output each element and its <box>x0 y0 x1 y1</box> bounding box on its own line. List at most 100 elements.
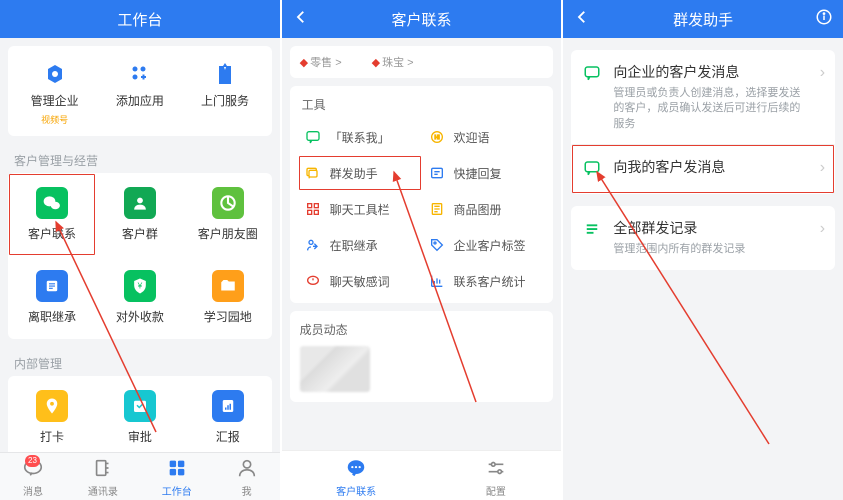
moments-icon <box>212 187 244 219</box>
grid-icon <box>166 457 188 482</box>
tool-label: 在职继承 <box>330 237 378 254</box>
tool-label: 企业客户标签 <box>454 237 526 254</box>
report-icon <box>212 390 244 422</box>
option-title: 全部群发记录 <box>613 218 809 238</box>
tool-item[interactable]: 群发助手 <box>298 155 422 191</box>
chevron-right-icon: › <box>820 220 825 238</box>
top-shortcut[interactable]: 上门服务 · <box>201 60 249 126</box>
phone3-content: 向企业的客户发消息 管理员或负责人创建消息，选择要发送的客户，成员确认发送后可进… <box>563 38 843 500</box>
feature-label: 汇报 <box>216 428 240 445</box>
person-icon <box>236 457 258 482</box>
nav-label: 配置 <box>486 483 506 498</box>
tool-label: 群发助手 <box>330 165 378 182</box>
svg-text:Hi: Hi <box>434 135 439 141</box>
tools-title: 工具 <box>298 96 546 113</box>
feature-label: 客户联系 <box>28 225 76 242</box>
tool-item[interactable]: 企业客户标签 <box>422 227 546 263</box>
breadcrumb[interactable]: ◆零售 > ◆珠宝 > <box>290 46 554 78</box>
header-title: 客户联系 <box>392 9 452 30</box>
feature-tile[interactable]: 学习园地 <box>184 256 272 339</box>
feature-tile[interactable]: 客户朋友圈 <box>184 173 272 256</box>
back-icon[interactable] <box>573 8 591 30</box>
phone1-content: 管理企业 视频号 添加应用 · 上门服务 · 客户管理与经营 客户联系 客户群 … <box>0 38 280 500</box>
nav-tab[interactable]: 我 <box>236 457 258 498</box>
nav-label: 通讯录 <box>88 483 118 498</box>
feature-label: 客户群 <box>122 225 158 242</box>
badge-sub: · <box>224 113 227 123</box>
feature-tile[interactable]: 打卡 <box>8 376 96 459</box>
feature-tile[interactable]: 审批 <box>96 376 184 459</box>
top-shortcut[interactable]: 添加应用 · <box>116 60 164 126</box>
chat-out-icon <box>583 157 603 182</box>
feature-tile[interactable]: 客户群 <box>96 173 184 256</box>
feature-tile[interactable]: ¥ 对外收款 <box>96 256 184 339</box>
inherit-icon <box>304 236 322 254</box>
tool-item[interactable]: Hi 欢迎语 <box>422 119 546 155</box>
badge-sub: · <box>138 113 141 123</box>
chat-round-icon <box>345 457 367 482</box>
nav-tab[interactable]: 客户联系 <box>336 457 376 498</box>
top-shortcut-label: 上门服务 <box>201 92 249 109</box>
chevron-right-icon: › <box>820 159 825 177</box>
tool-item[interactable]: 聊天敏感词 <box>298 263 422 299</box>
chevron-right-icon: › <box>820 64 825 82</box>
top-shortcut-label: 管理企业 <box>31 92 79 109</box>
broadcast-option[interactable]: 向我的客户发消息 › <box>571 144 835 194</box>
reply-icon <box>428 164 446 182</box>
info-icon[interactable] <box>815 8 833 30</box>
tool-item[interactable]: 联系客户统计 <box>422 263 546 299</box>
gear-icon <box>41 60 69 88</box>
wechat-icon <box>36 187 68 219</box>
tool-item[interactable]: 「联系我」 <box>298 119 422 155</box>
toolbar-icon <box>304 200 322 218</box>
broadcast-log[interactable]: 全部群发记录 管理范围内所有的群发记录 › <box>571 206 835 269</box>
nav-tab[interactable]: 配置 <box>485 457 507 498</box>
pin-icon <box>36 390 68 422</box>
tag-icon <box>428 236 446 254</box>
badge: 23 <box>25 455 40 467</box>
calendar-icon <box>124 390 156 422</box>
top-shortcut[interactable]: 管理企业 视频号 <box>31 60 79 126</box>
badge-sub: 视频号 <box>41 113 68 126</box>
nav-tab[interactable]: 23 消息 <box>22 457 44 498</box>
back-icon[interactable] <box>292 8 310 30</box>
header-bar: 客户联系 <box>282 0 562 38</box>
catalog-icon <box>428 200 446 218</box>
feature-tile[interactable]: 离职继承 <box>8 256 96 339</box>
svg-text:¥: ¥ <box>137 281 143 291</box>
suit-icon <box>211 60 239 88</box>
phone2-content: ◆零售 > ◆珠宝 > 工具 「联系我」 Hi 欢迎语 群发助手 快捷回复 聊天工… <box>282 38 562 500</box>
header-bar: 群发助手 <box>563 0 843 38</box>
feature-label: 学习园地 <box>204 308 252 325</box>
feature-label: 离职继承 <box>28 308 76 325</box>
tool-label: 联系客户统计 <box>454 273 526 290</box>
option-desc: 管理范围内所有的群发记录 <box>613 242 809 257</box>
feature-label: 对外收款 <box>116 308 164 325</box>
broadcast-option[interactable]: 向企业的客户发消息 管理员或负责人创建消息，选择要发送的客户，成员确认发送后可进… <box>571 50 835 144</box>
member-preview-blurred <box>300 346 370 392</box>
tool-item[interactable]: 商品图册 <box>422 191 546 227</box>
tool-item[interactable]: 聊天工具栏 <box>298 191 422 227</box>
nav-tab[interactable]: 通讯录 <box>88 457 118 498</box>
stats-icon <box>428 272 446 290</box>
contacts-icon <box>92 457 114 482</box>
feature-tile[interactable]: 汇报 <box>184 376 272 459</box>
list-icon <box>36 270 68 302</box>
chat-out-icon <box>583 62 603 87</box>
header-title: 工作台 <box>117 9 162 30</box>
alert-icon <box>304 272 322 290</box>
tool-label: 聊天敏感词 <box>330 273 390 290</box>
nav-label: 消息 <box>23 483 43 498</box>
broadcast-icon <box>304 164 322 182</box>
header-title: 群发助手 <box>673 9 733 30</box>
shield-yen-icon: ¥ <box>124 270 156 302</box>
tool-item[interactable]: 在职继承 <box>298 227 422 263</box>
tool-label: 快捷回复 <box>454 165 502 182</box>
tool-item[interactable]: 快捷回复 <box>422 155 546 191</box>
feature-tile[interactable]: 客户联系 <box>8 173 96 256</box>
nav-label: 我 <box>242 483 252 498</box>
folder-icon <box>212 270 244 302</box>
tool-label: 「联系我」 <box>330 129 390 146</box>
section-title: 内部管理 <box>0 347 280 376</box>
nav-tab[interactable]: 工作台 <box>162 457 192 498</box>
